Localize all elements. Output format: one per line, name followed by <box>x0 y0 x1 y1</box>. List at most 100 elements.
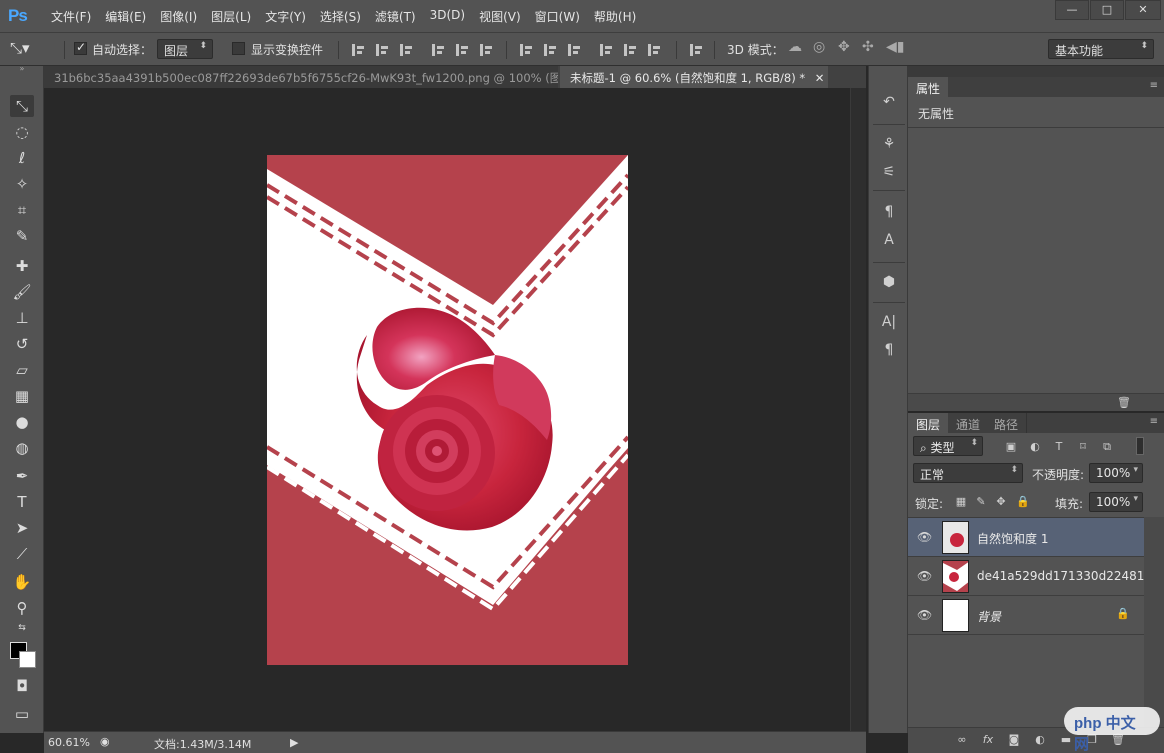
align-hcenter-icon[interactable] <box>454 43 470 57</box>
3d-scale-icon[interactable]: ◀▮ <box>886 39 904 55</box>
tab-properties[interactable]: 属性 <box>908 77 949 97</box>
zoom-tool-icon[interactable]: ⚲ <box>10 597 34 619</box>
document-canvas[interactable] <box>265 155 630 665</box>
brush-tool-icon[interactable]: 🖌 <box>10 281 34 303</box>
clone-stamp-tool-icon[interactable]: ⊥ <box>10 307 34 329</box>
lock-transparent-icon[interactable]: ▦ <box>954 495 968 509</box>
blend-mode-dropdown[interactable]: 正常 ⬍ <box>913 463 1023 483</box>
3d-slide-icon[interactable]: ✣ <box>862 39 874 55</box>
status-info-icon[interactable]: ◉ <box>100 735 110 748</box>
paragraph-panel-icon[interactable]: ¶ <box>879 340 899 360</box>
screen-mode-icon[interactable]: ▭ <box>10 703 34 725</box>
brush-preset-panel-icon[interactable]: ⚘ <box>879 134 899 154</box>
lock-position-icon[interactable]: ✥ <box>994 495 1008 509</box>
type-tool-icon[interactable]: T <box>10 491 34 513</box>
paragraph-styles-panel-icon[interactable]: A <box>879 230 899 250</box>
new-group-icon[interactable]: ▬ <box>1058 733 1074 747</box>
eyedropper-tool-icon[interactable]: ✎ <box>10 225 34 247</box>
layer-style-icon[interactable]: fx <box>980 733 996 747</box>
close-button[interactable]: ✕ <box>1125 0 1161 20</box>
distribute-vcenter-icon[interactable] <box>542 43 558 57</box>
workspace-dropdown[interactable]: 基本功能 ⬍ <box>1048 39 1154 59</box>
minimize-button[interactable]: — <box>1055 0 1089 20</box>
quick-mask-icon[interactable]: ◘ <box>10 675 34 697</box>
auto-select-target-dropdown[interactable]: 图层 ⬍ <box>157 39 213 59</box>
history-panel-icon[interactable]: ↶ <box>879 92 899 112</box>
history-brush-tool-icon[interactable]: ↺ <box>10 333 34 355</box>
3d-pan-icon[interactable]: ✥ <box>838 39 850 55</box>
path-selection-tool-icon[interactable]: ➤ <box>10 517 34 539</box>
line-tool-icon[interactable]: ⟋ <box>10 543 34 565</box>
vertical-scrollbar[interactable] <box>850 88 866 731</box>
align-vcenter-icon[interactable] <box>374 43 390 57</box>
menu-layer[interactable]: 图层(L) <box>204 8 258 25</box>
eye-icon[interactable]: 👁 <box>917 569 932 583</box>
menu-edit[interactable]: 编辑(E) <box>98 8 153 25</box>
fill-input[interactable]: 100% ▾ <box>1089 492 1143 512</box>
layer-row-vibrance[interactable]: 👁 自然饱和度 1 <box>908 518 1144 557</box>
tab-document-1[interactable]: 31b6bc35aa4391b500ec087ff22693de67b5f675… <box>44 66 558 88</box>
status-menu-arrow-icon[interactable]: ▶ <box>290 736 298 749</box>
menu-select[interactable]: 选择(S) <box>313 8 368 25</box>
eraser-tool-icon[interactable]: ▱ <box>10 359 34 381</box>
align-bottom-icon[interactable] <box>398 43 414 57</box>
layer-row-image[interactable]: 👁 de41a529dd171330d22481a... <box>908 557 1163 596</box>
tab-document-2[interactable]: 未标题-1 @ 60.6% (自然饱和度 1, RGB/8) * ✕ <box>560 66 828 88</box>
collapse-toolbar-icon[interactable]: » <box>10 64 34 74</box>
filter-shape-icon[interactable]: ⌑ <box>1076 440 1090 454</box>
3d-panel-icon[interactable]: ⬢ <box>879 272 899 292</box>
align-right-icon[interactable] <box>478 43 494 57</box>
character-panel-icon[interactable]: A| <box>879 312 899 332</box>
tab-channels[interactable]: 通道 <box>948 413 990 433</box>
gradient-tool-icon[interactable]: ▦ <box>10 385 34 407</box>
filter-toggle-switch[interactable] <box>1136 437 1144 455</box>
filter-adjustment-icon[interactable]: ◐ <box>1028 440 1042 454</box>
auto-align-icon[interactable] <box>688 43 704 57</box>
delete-layer-icon[interactable]: 🗑 <box>1110 733 1126 747</box>
3d-roll-icon[interactable]: ◎ <box>813 39 825 55</box>
move-tool-icon[interactable]: ⤡ <box>10 95 34 117</box>
zoom-level[interactable]: 60.61% <box>48 736 90 749</box>
auto-select-checkbox[interactable] <box>74 40 87 55</box>
maximize-button[interactable]: □ <box>1090 0 1124 20</box>
filter-type-icon[interactable]: T <box>1052 440 1066 454</box>
close-tab-icon[interactable]: ✕ <box>815 71 825 85</box>
distribute-left-icon[interactable] <box>598 43 614 57</box>
link-layers-icon[interactable]: ∞ <box>954 733 970 747</box>
layer-row-background[interactable]: 👁 背景 🔒 <box>908 596 1144 635</box>
distribute-right-icon[interactable] <box>646 43 662 57</box>
tab-layers[interactable]: 图层 <box>908 413 949 433</box>
align-top-icon[interactable] <box>350 43 366 57</box>
show-transform-checkbox[interactable] <box>232 42 245 55</box>
background-color-swatch[interactable] <box>19 651 36 668</box>
panel-menu-icon[interactable]: ≡ <box>1150 416 1158 427</box>
chevron-down-icon[interactable]: ▾ <box>1133 465 1138 475</box>
add-mask-icon[interactable]: ◙ <box>1006 733 1022 747</box>
trash-icon[interactable]: 🗑 <box>1116 396 1132 410</box>
magic-wand-tool-icon[interactable]: ✧ <box>10 173 34 195</box>
layers-scrollbar[interactable] <box>1144 517 1164 727</box>
lock-image-icon[interactable]: ✎ <box>974 495 988 509</box>
panel-menu-icon[interactable]: ≡ <box>1150 80 1158 91</box>
marquee-tool-icon[interactable]: ◌ <box>10 121 34 143</box>
menu-filter[interactable]: 滤镜(T) <box>368 8 423 25</box>
menu-3d[interactable]: 3D(D) <box>423 8 472 25</box>
menu-file[interactable]: 文件(F) <box>44 8 98 25</box>
layer-filter-dropdown[interactable]: ⌕ 类型 ⬍ <box>913 436 983 456</box>
menu-type[interactable]: 文字(Y) <box>258 8 313 25</box>
menu-view[interactable]: 视图(V) <box>472 8 528 25</box>
align-left-icon[interactable] <box>430 43 446 57</box>
distribute-top-icon[interactable] <box>518 43 534 57</box>
filter-pixel-icon[interactable]: ▣ <box>1004 440 1018 454</box>
chevron-down-icon[interactable]: ▾ <box>1133 494 1138 504</box>
menu-window[interactable]: 窗口(W) <box>528 8 587 25</box>
lasso-tool-icon[interactable]: ℓ <box>10 147 34 169</box>
eye-icon[interactable]: 👁 <box>917 608 932 622</box>
healing-brush-tool-icon[interactable]: ✚ <box>10 255 34 277</box>
dodge-tool-icon[interactable]: ◍ <box>10 437 34 459</box>
3d-rotate-icon[interactable]: ☁ <box>788 39 802 55</box>
filter-smart-object-icon[interactable]: ⧉ <box>1100 440 1114 454</box>
lock-all-icon[interactable]: 🔒 <box>1016 495 1030 509</box>
swap-colors-icon[interactable]: ⇆ <box>10 622 34 634</box>
move-tool-preset-icon[interactable]: ⤡▾ <box>10 39 30 57</box>
